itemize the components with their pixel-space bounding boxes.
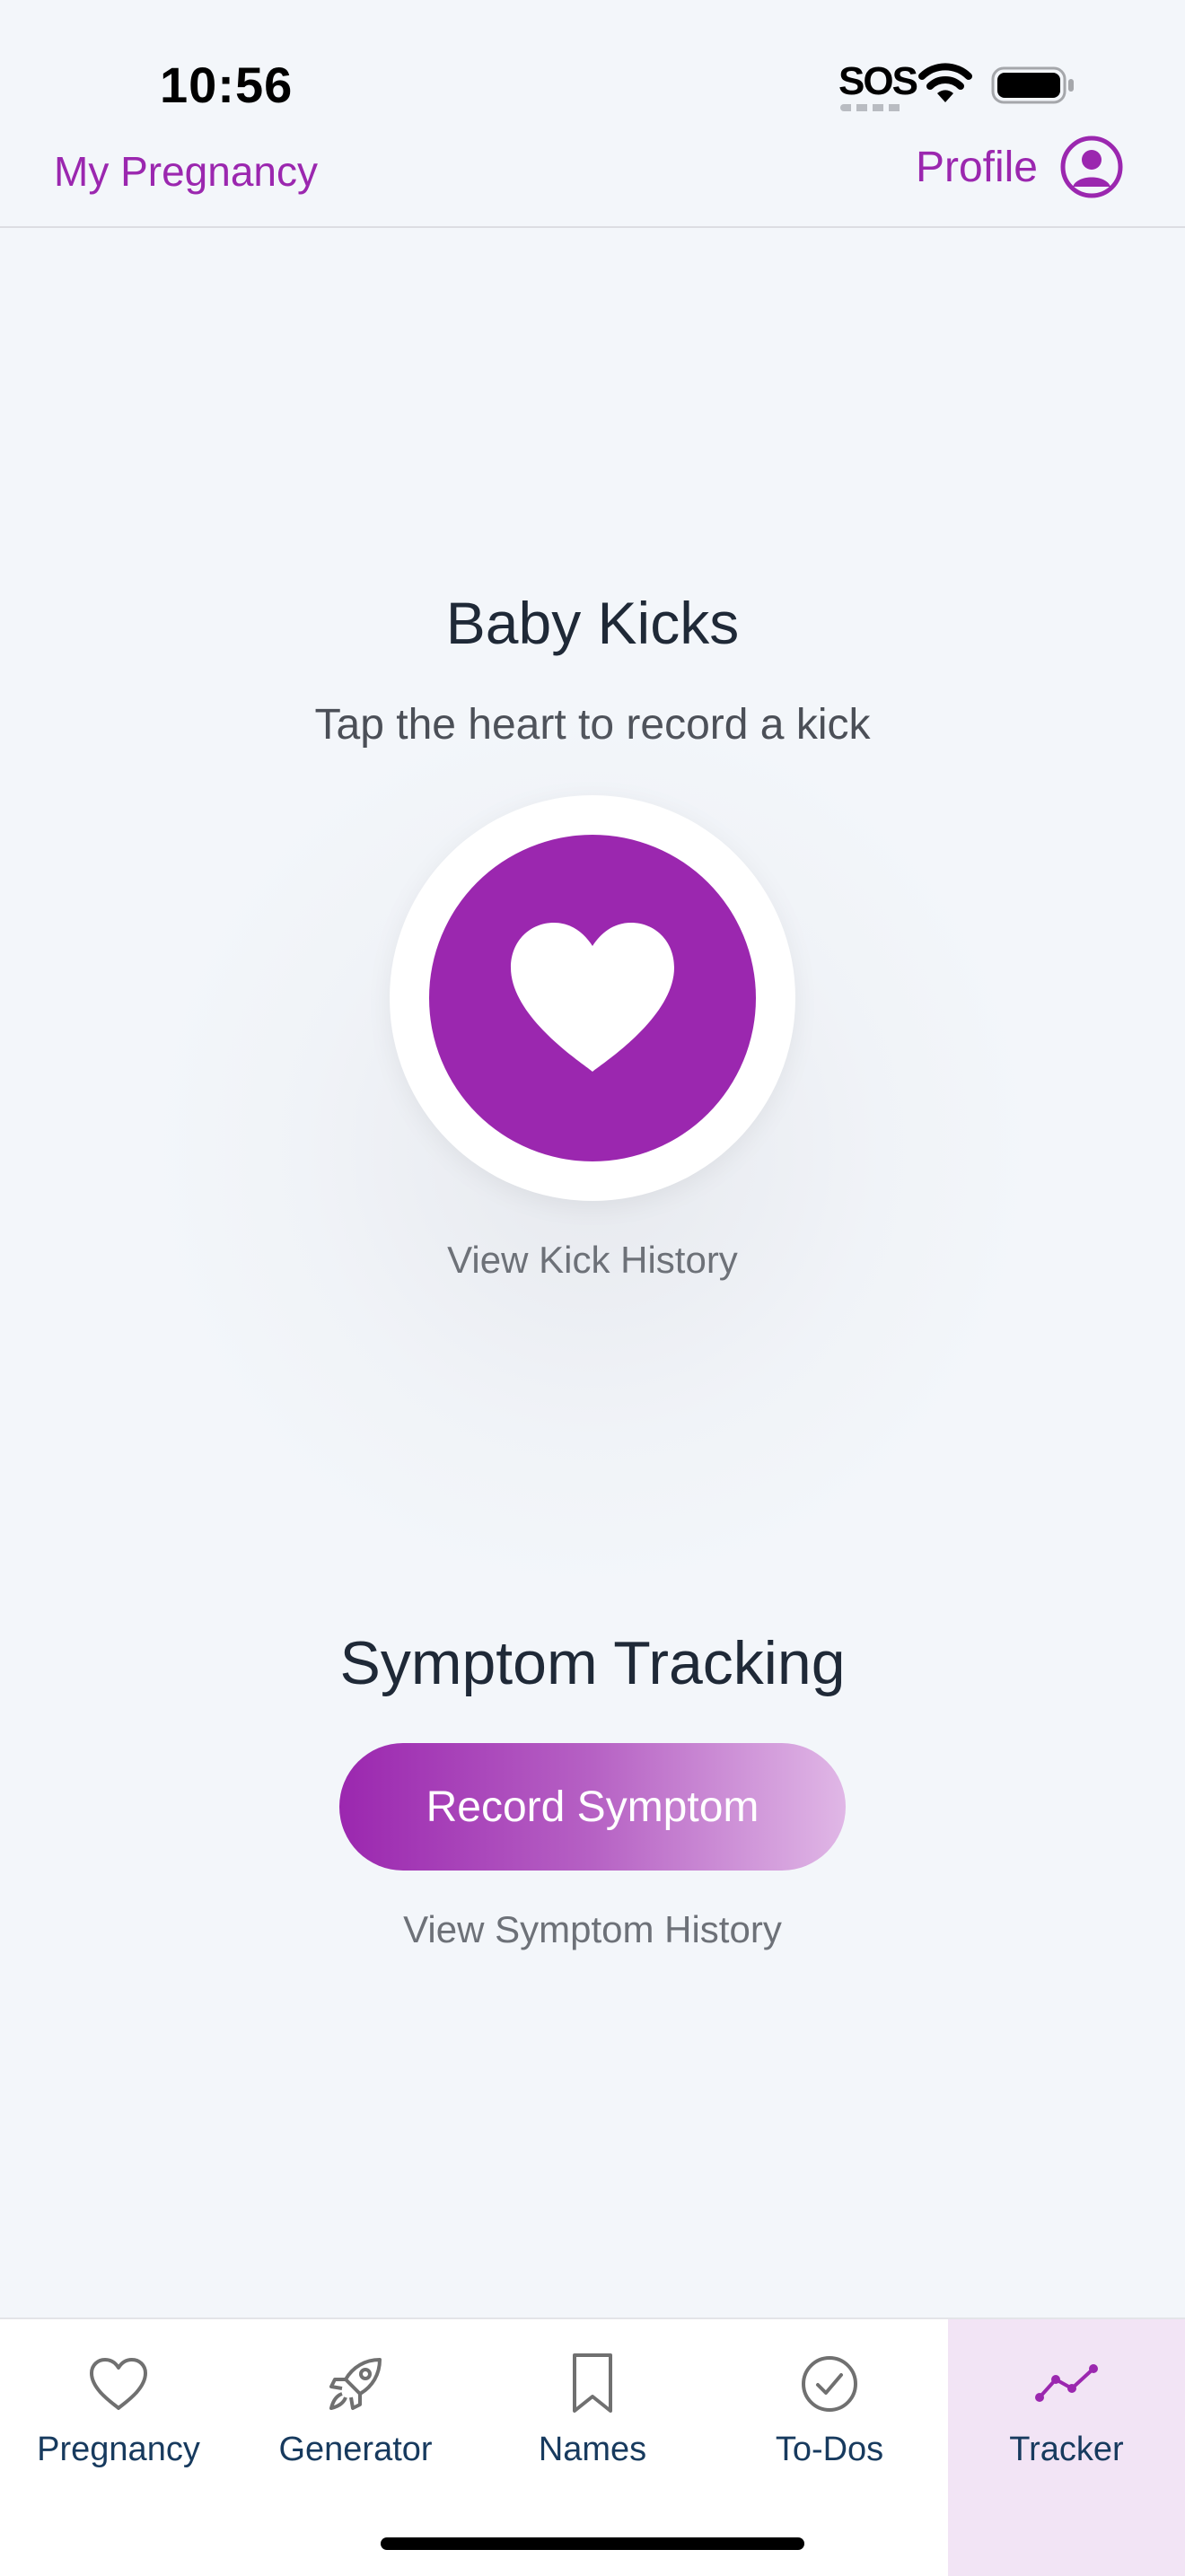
tab-pregnancy[interactable]: Pregnancy bbox=[0, 2319, 237, 2576]
trend-line-icon bbox=[1035, 2364, 1098, 2402]
wifi-icon bbox=[918, 63, 972, 102]
battery-icon bbox=[991, 66, 1074, 104]
nav-bar: My Pregnancy Profile bbox=[0, 135, 1185, 228]
person-circle-icon bbox=[1060, 136, 1123, 198]
tab-tracker[interactable]: Tracker bbox=[948, 2319, 1185, 2576]
view-symptom-history-link[interactable]: View Symptom History bbox=[0, 1908, 1185, 1951]
status-time: 10:56 bbox=[160, 57, 294, 113]
sos-indicator: SOS bbox=[838, 59, 918, 103]
record-symptom-button[interactable]: Record Symptom bbox=[339, 1743, 846, 1871]
baby-kicks-title: Baby Kicks bbox=[445, 590, 740, 656]
profile-button[interactable]: Profile bbox=[916, 135, 1124, 199]
tab-label: Pregnancy bbox=[37, 2431, 200, 2468]
record-kick-heart-button[interactable] bbox=[429, 835, 756, 1161]
profile-label: Profile bbox=[915, 143, 1038, 191]
view-kick-history-link[interactable]: View Kick History bbox=[0, 1239, 1185, 1282]
bookmark-icon bbox=[573, 2353, 612, 2413]
check-circle-icon bbox=[802, 2356, 857, 2412]
nav-title[interactable]: My Pregnancy bbox=[54, 147, 318, 196]
tab-label: To-Dos bbox=[775, 2431, 884, 2468]
home-indicator[interactable] bbox=[381, 2537, 804, 2550]
heart-outline-icon bbox=[90, 2358, 147, 2410]
tab-label: Generator bbox=[278, 2431, 433, 2468]
signal-dots-icon bbox=[840, 104, 903, 111]
symptom-tracking-title: Symptom Tracking bbox=[339, 1629, 846, 1697]
tab-label: Names bbox=[538, 2431, 647, 2468]
status-bar: 10:56 SOS bbox=[0, 0, 1185, 135]
tab-label: Tracker bbox=[1009, 2431, 1124, 2468]
rocket-icon bbox=[329, 2358, 382, 2410]
heart-icon bbox=[511, 923, 674, 1072]
